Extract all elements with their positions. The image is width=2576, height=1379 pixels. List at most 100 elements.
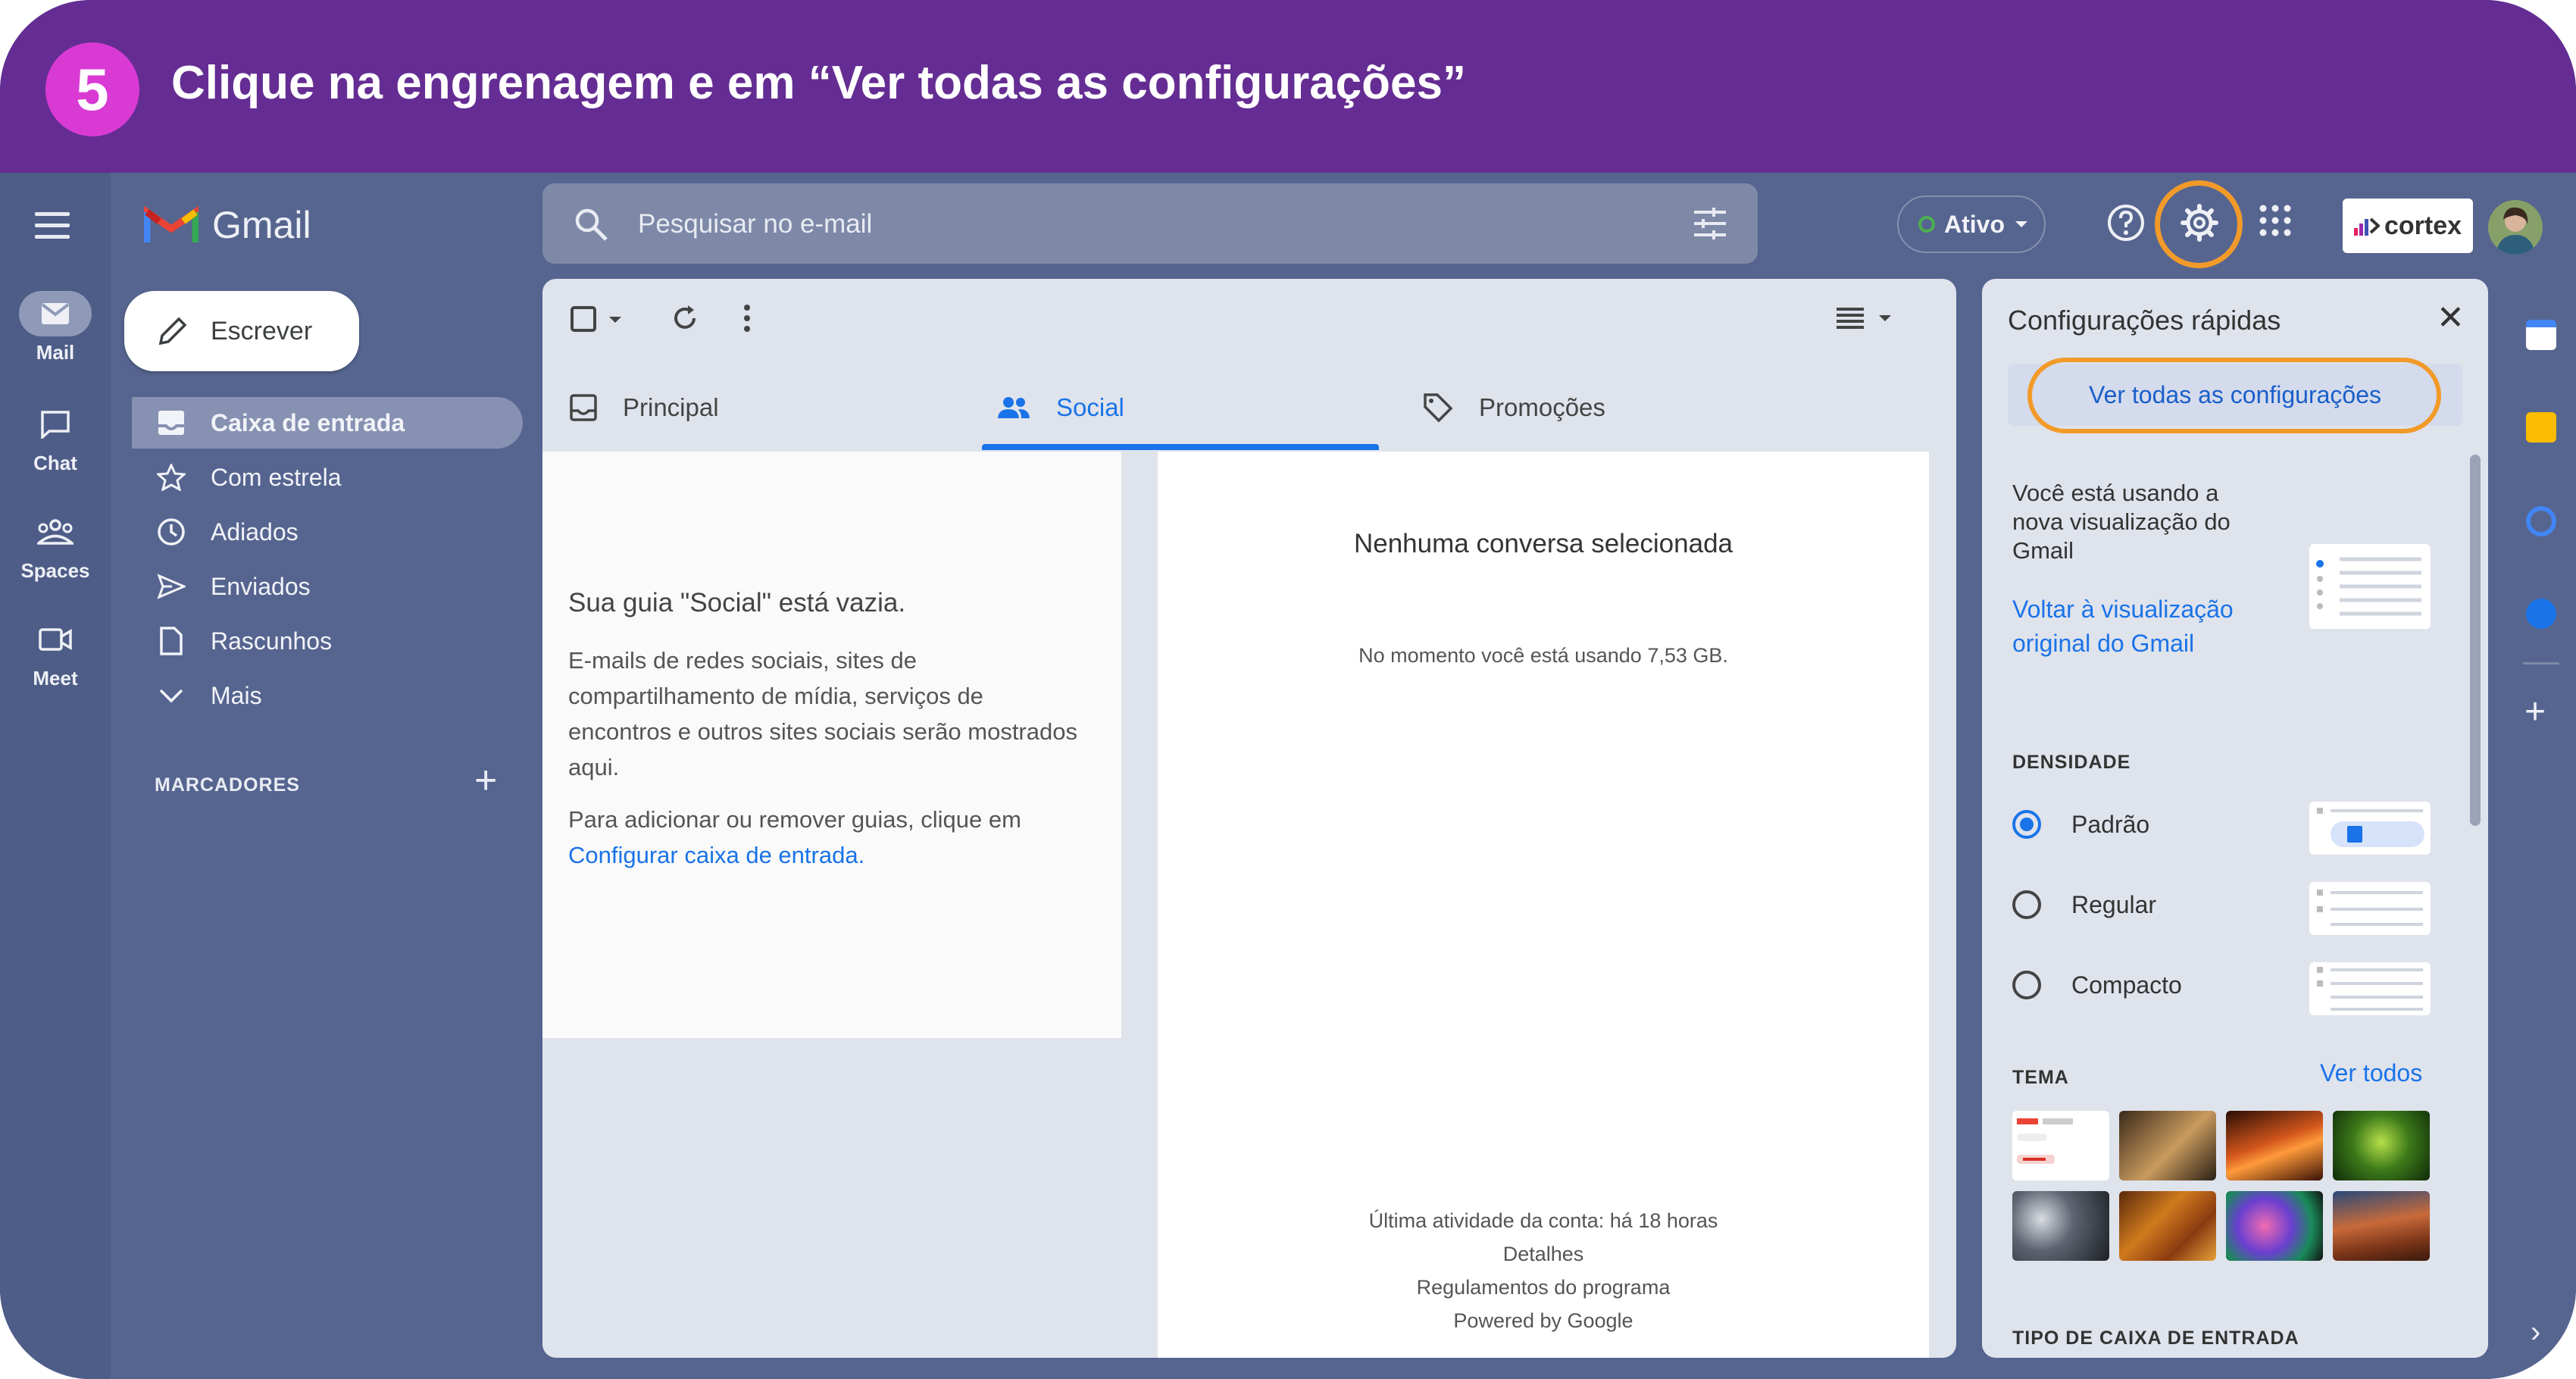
nav-item-sent[interactable]: Enviados [132,561,523,612]
rail-item-meet[interactable]: Meet [0,617,111,690]
clock-icon [132,518,211,546]
nav-item-starred[interactable]: Com estrela [132,452,523,503]
refresh-icon[interactable] [670,303,700,333]
inbox-tab-icon [570,394,597,421]
meet-icon [19,617,92,662]
quick-settings-scrollbar[interactable] [2470,455,2481,826]
tab-principal[interactable]: Principal [570,364,719,452]
step-badge: 5 [45,42,139,136]
rail-item-spaces[interactable]: Spaces [0,509,111,583]
empty-state-hint: Para adicionar ou remover guias, clique … [568,802,1091,873]
contacts-icon[interactable] [2526,599,2556,629]
no-conversation-text: Nenhuma conversa selecionada [1353,529,1733,558]
theme-canyon[interactable] [2226,1111,2323,1180]
rail-label: Spaces [20,559,90,582]
cortex-logo[interactable]: cortex [2343,199,2473,253]
theme-default[interactable] [2012,1111,2109,1180]
theme-leaf[interactable] [2333,1111,2430,1180]
select-checkbox-icon[interactable] [570,305,623,335]
nav-item-drafts[interactable]: Rascunhos [132,615,523,667]
inbox-icon [132,409,211,436]
expand-panel-icon[interactable]: › [2531,1317,2540,1347]
rail-label: Meet [33,667,78,690]
theme-heading: TEMA [2012,1067,2069,1088]
configure-inbox-link[interactable]: Configurar caixa de entrada. [568,842,864,868]
gmail-wordmark: Gmail [212,204,311,246]
compose-button[interactable]: Escrever [124,291,359,371]
search-input[interactable]: Pesquisar no e-mail [638,209,872,239]
search-options-icon[interactable] [1691,206,1729,241]
avatar[interactable] [2488,200,2543,255]
new-view-thumbnail [2309,544,2431,629]
gmail-app: Mail Chat Spaces Meet Gmail Escrever Cai… [0,173,2576,1379]
gmail-m-icon [144,205,199,242]
density-thumbnail-default [2309,802,2431,855]
nav-label: Caixa de entrada [211,408,405,436]
theme-desert[interactable] [2333,1191,2430,1261]
radio-unselected-icon[interactable] [2012,890,2041,919]
nav-label: Rascunhos [211,627,333,655]
keep-icon[interactable] [2526,412,2556,442]
split-pane-toggle-icon[interactable] [1835,305,1896,330]
add-label-icon[interactable]: + [474,761,497,800]
see-all-themes-link[interactable]: Ver todos [2320,1059,2422,1087]
original-view-link[interactable]: Voltar à visualização original do Gmail [2012,593,2240,661]
quick-settings-title: Configurações rápidas [2008,305,2281,336]
pencil-icon [158,317,187,346]
tab-label: Promoções [1479,393,1605,421]
settings-highlight-ring [2155,180,2243,268]
theme-lights[interactable] [2226,1191,2323,1261]
density-label: Compacto [2071,971,2182,999]
help-icon[interactable] [2106,203,2146,242]
calendar-icon[interactable] [2526,320,2556,350]
rail-item-mail[interactable]: Mail [0,291,111,364]
program-policies-link[interactable]: Regulamentos do programa [1158,1276,1929,1299]
close-icon[interactable]: ✕ [2437,302,2465,335]
status-selector[interactable]: Ativo [1897,195,2046,253]
density-thumbnail-regular [2309,882,2431,935]
more-vertical-icon[interactable] [741,303,753,333]
theme-chess[interactable] [2119,1111,2216,1180]
message-list-panel: Sua guia "Social" está vazia. E-mails de… [542,452,1121,1038]
radio-selected-icon[interactable] [2012,810,2041,839]
empty-state-title: Sua guia "Social" está vazia. [568,588,906,618]
selected-tab-indicator [982,444,1379,450]
status-dot [1918,216,1935,233]
search-bar[interactable]: Pesquisar no e-mail [542,183,1758,264]
search-icon[interactable] [573,206,609,242]
rail-item-chat[interactable]: Chat [0,402,111,475]
storage-usage-text: No momento você está usando 7,53 GB. [1358,644,1728,667]
rail-label: Mail [36,341,75,364]
tasks-icon[interactable] [2526,506,2556,536]
reading-panel: Nenhuma conversa selecionada No momento … [1158,452,1929,1358]
nav-item-inbox[interactable]: Caixa de entrada [132,397,523,449]
tag-icon [1424,393,1453,423]
empty-state-hint-text: Para adicionar ou remover guias, clique … [568,806,1021,833]
main-menu-icon[interactable] [35,212,70,239]
cortex-bars-icon [2353,217,2380,236]
apps-grid-icon[interactable] [2258,203,2293,238]
nav-label: Enviados [211,572,311,600]
apps-side-rail: + › [2500,294,2576,1379]
density-thumbnail-compact [2309,962,2431,1015]
quick-settings-panel: Configurações rápidas ✕ Ver todas as con… [1982,279,2488,1358]
gmail-logo[interactable]: Gmail [144,203,311,247]
radio-unselected-icon[interactable] [2012,971,2041,999]
chevron-down-icon [132,687,211,704]
theme-autumn[interactable] [2119,1191,2216,1261]
tab-promocoes[interactable]: Promoções [1423,364,1605,452]
mail-toolbar [542,279,1956,364]
get-addons-icon[interactable]: + [2524,694,2546,730]
details-link[interactable]: Detalhes [1158,1243,1929,1266]
nav-item-snoozed[interactable]: Adiados [132,506,523,558]
spaces-icon [19,509,92,555]
mail-pane: Principal Social Promoções Sua guia "Soc… [542,279,1956,1358]
density-label: Padrão [2071,810,2150,838]
nav-item-more[interactable]: Mais [132,670,523,721]
theme-bubbles[interactable] [2012,1191,2109,1261]
tab-social[interactable]: Social [997,364,1124,452]
star-icon [132,464,211,491]
tab-label: Social [1056,393,1124,421]
people-icon [998,397,1030,418]
avatar-image [2488,200,2543,255]
